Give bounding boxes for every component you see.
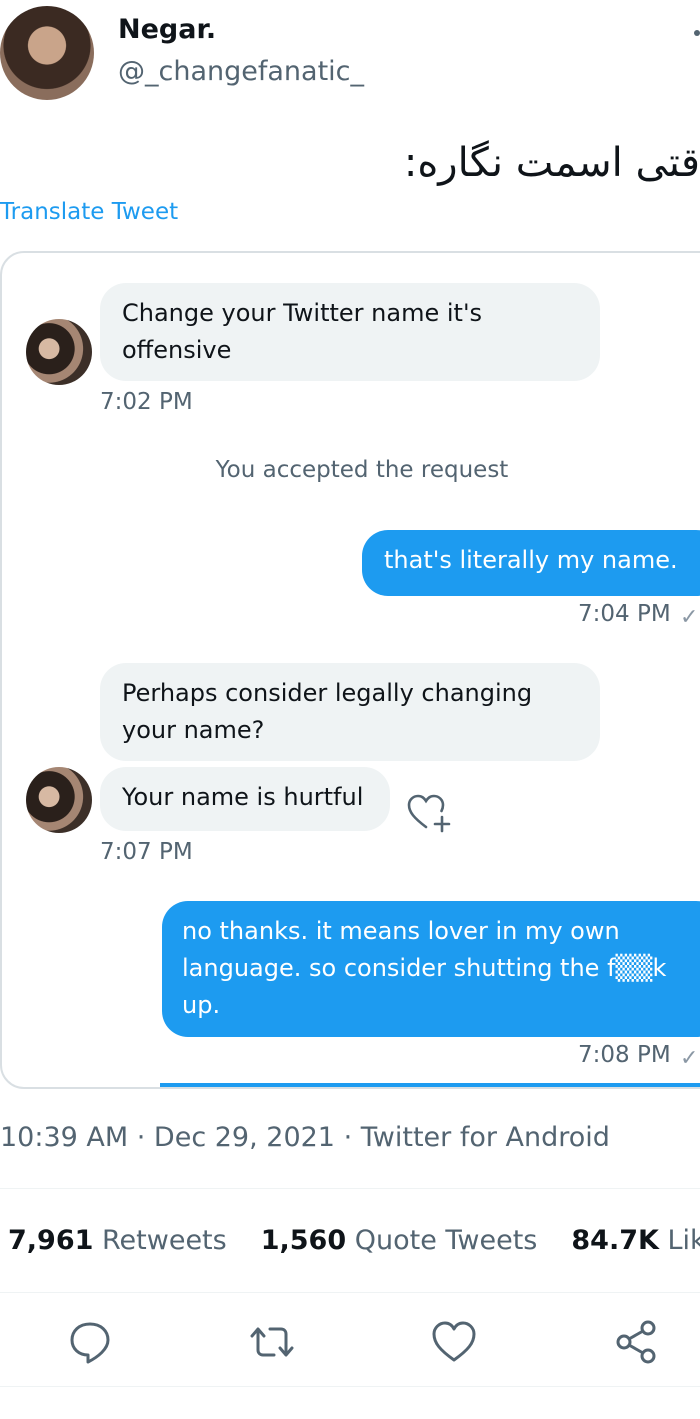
dm-timestamp: 7:02 PM	[100, 389, 193, 415]
tweet-source[interactable]: Twitter for Android	[361, 1122, 610, 1153]
translate-tweet-link[interactable]: Translate Tweet	[0, 199, 178, 225]
quotes-count: 1,560	[260, 1225, 347, 1256]
dm-system-message: You accepted the request	[215, 457, 509, 483]
author-handle[interactable]: @_changefanatic_	[118, 56, 364, 87]
dm-message-incoming: Perhaps consider legally changing your n…	[100, 663, 600, 761]
share-icon[interactable]	[612, 1318, 660, 1366]
dm-message-incoming: Your name is hurtful	[100, 767, 390, 831]
tweet-metadata: 10:39 AM · Dec 29, 2021 · Twitter for An…	[0, 1122, 610, 1153]
reply-icon[interactable]	[66, 1318, 114, 1366]
tweet-stats: 7,961 Retweets 1,560 Quote Tweets 84.7K Li…	[8, 1225, 700, 1256]
meta-separator: ·	[335, 1122, 361, 1153]
retweets-count: 7,961	[8, 1225, 94, 1256]
retweets-stat[interactable]: 7,961 Retweets	[8, 1225, 227, 1256]
likes-label: Likes	[667, 1225, 700, 1256]
dm-timestamp: 7:08 PM	[578, 1042, 671, 1068]
likes-stat[interactable]: 84.7K Likes	[571, 1225, 700, 1256]
likes-count: 84.7K	[571, 1225, 659, 1256]
divider	[0, 1188, 700, 1189]
dm-message-outgoing: that's literally my name.	[362, 530, 700, 596]
retweet-icon[interactable]	[248, 1318, 296, 1366]
dm-sender-avatar	[26, 319, 92, 385]
author-display-name[interactable]: Negar.	[118, 14, 216, 45]
dm-message-outgoing: no thanks. it means lover in my own lang…	[162, 901, 700, 1037]
dm-message-incoming: Change your Twitter name it's offensive	[100, 283, 600, 381]
dm-timestamp: 7:04 PM	[578, 601, 671, 627]
dm-next-message-edge	[160, 1083, 700, 1087]
dm-sent-check-icon: ✓	[680, 605, 699, 630]
divider	[0, 1386, 700, 1387]
like-icon[interactable]	[430, 1318, 478, 1366]
quote-tweets-stat[interactable]: 1,560 Quote Tweets	[261, 1225, 538, 1256]
dm-timestamp: 7:07 PM	[100, 839, 193, 865]
dm-sent-check-icon: ✓	[680, 1046, 699, 1071]
tweet-date[interactable]: Dec 29, 2021	[154, 1122, 335, 1153]
dm-sender-avatar	[26, 767, 92, 833]
tweet-actions-bar	[0, 1318, 700, 1368]
attached-image[interactable]: Change your Twitter name it's offensive …	[0, 251, 700, 1089]
retweets-label: Retweets	[102, 1225, 227, 1256]
author-avatar[interactable]	[0, 6, 94, 100]
tweet-text: قتی اسمت نگاره:	[403, 140, 700, 186]
quotes-label: Quote Tweets	[354, 1225, 538, 1256]
more-options-icon[interactable]	[694, 30, 700, 36]
tweet-time[interactable]: 10:39 AM	[0, 1122, 128, 1153]
divider	[0, 1292, 700, 1293]
tweet-page: Negar. @_changefanatic_ قتی اسمت نگاره: …	[0, 0, 700, 1419]
meta-separator: ·	[128, 1122, 154, 1153]
heart-plus-icon[interactable]	[406, 793, 452, 833]
